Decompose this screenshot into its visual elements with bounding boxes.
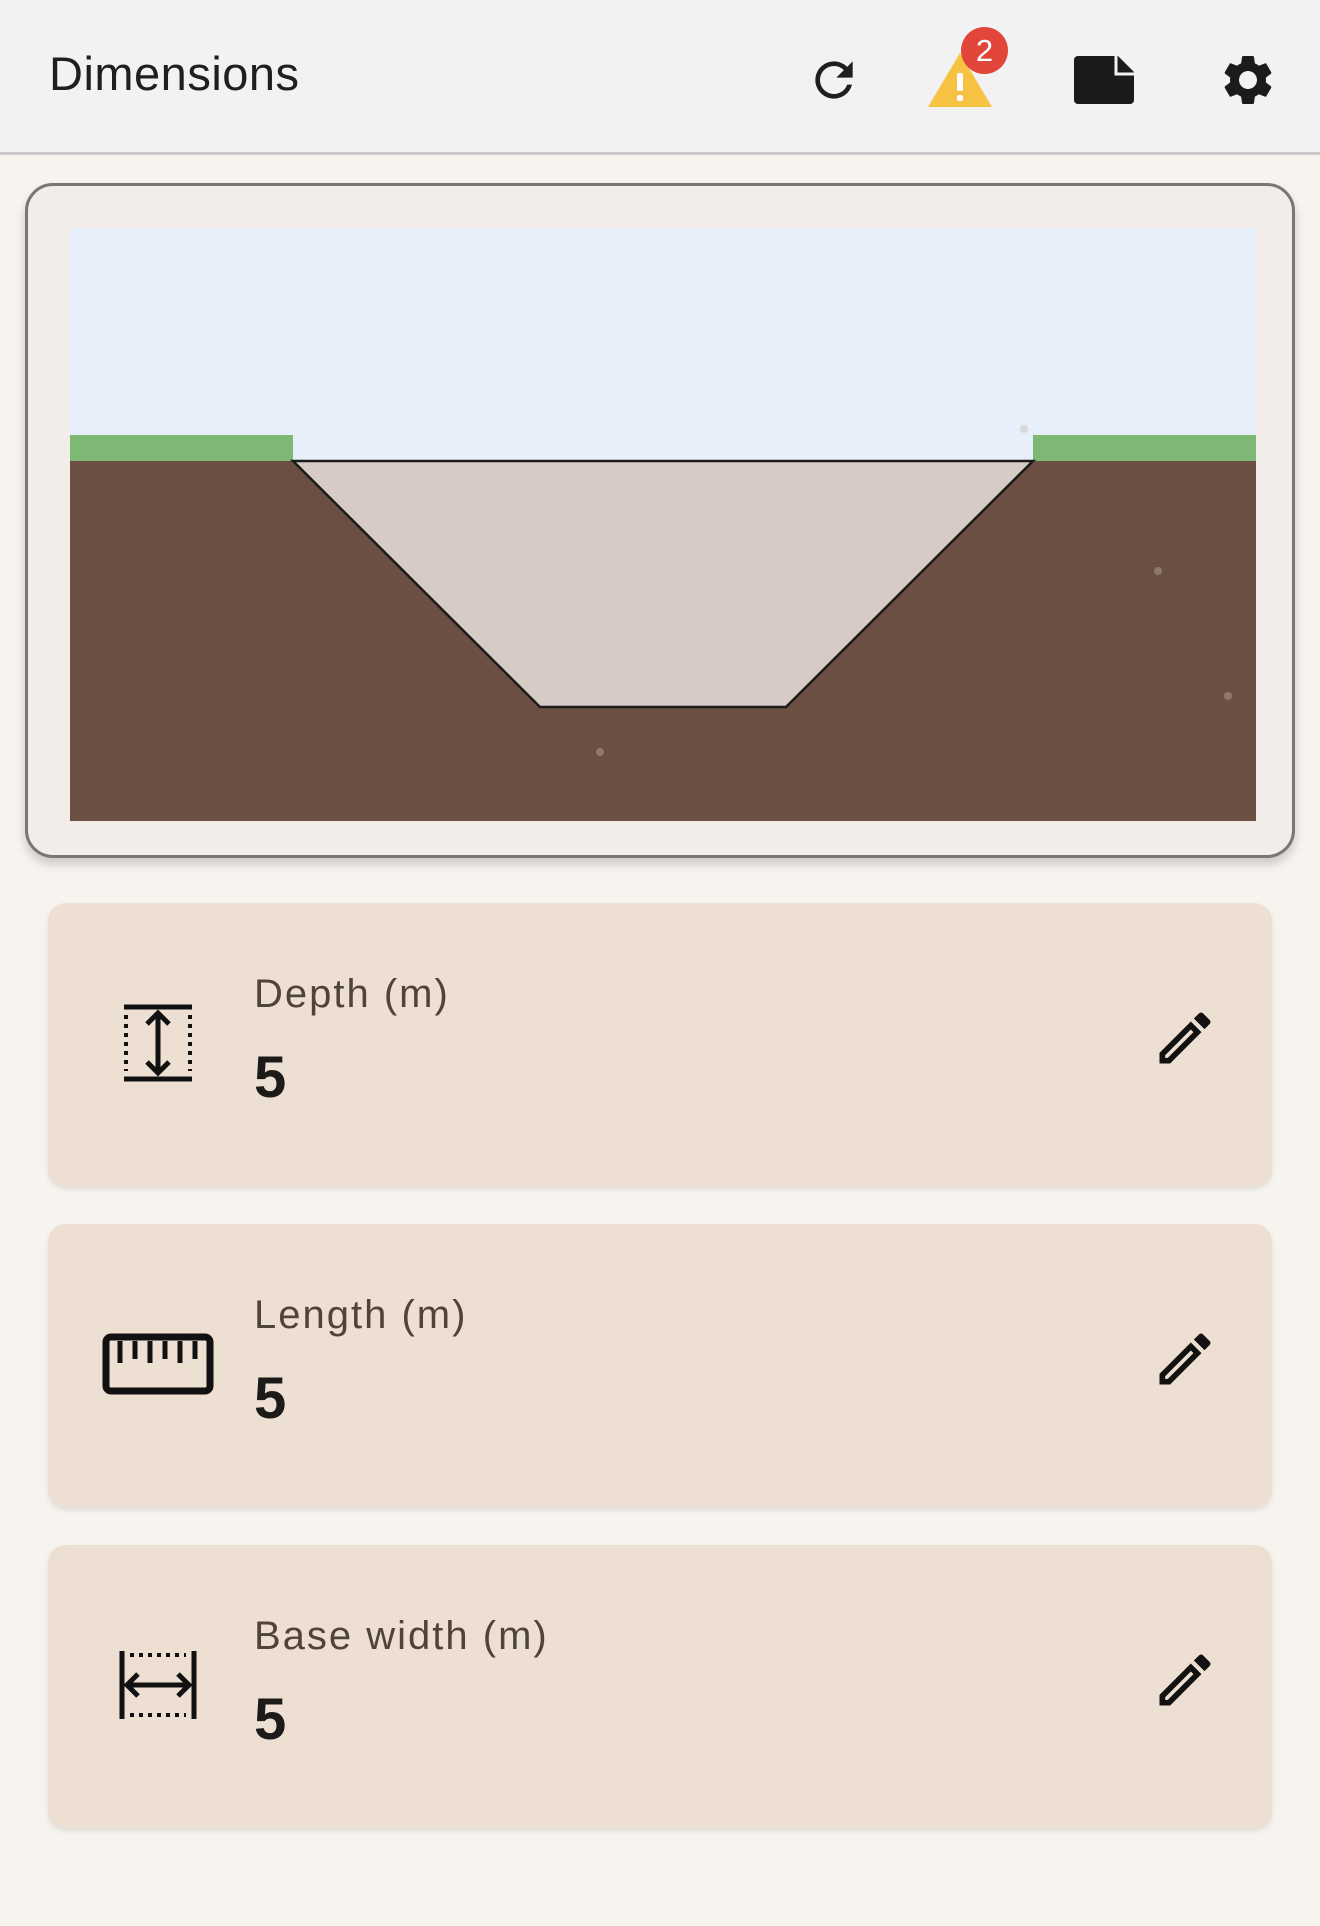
- settings-icon: [1218, 50, 1278, 110]
- depth-field-card[interactable]: Depth (m) 5: [48, 903, 1272, 1186]
- notes-button[interactable]: [1059, 35, 1149, 125]
- ruler-icon: [98, 1314, 218, 1414]
- pencil-icon: [1151, 1325, 1219, 1398]
- trench-preview-card: [25, 183, 1295, 858]
- app-bar: Dimensions 2: [0, 0, 1320, 155]
- length-value: 5: [254, 1366, 287, 1431]
- edit-length-button[interactable]: [1140, 1316, 1230, 1406]
- depth-label: Depth (m): [254, 972, 450, 1016]
- pencil-icon: [1151, 1004, 1219, 1077]
- length-field-card[interactable]: Length (m) 5: [48, 1224, 1272, 1507]
- settings-button[interactable]: [1203, 35, 1293, 125]
- edit-base-width-button[interactable]: [1140, 1637, 1230, 1727]
- refresh-icon: [806, 52, 862, 108]
- pebble: [1020, 425, 1028, 433]
- width-icon: [98, 1635, 218, 1735]
- base-width-value: 5: [254, 1687, 287, 1752]
- length-label: Length (m): [254, 1293, 468, 1337]
- refresh-button[interactable]: [789, 35, 879, 125]
- warning-count-badge: 2: [961, 27, 1008, 74]
- pebble: [1154, 567, 1162, 575]
- depth-icon: [98, 993, 218, 1093]
- pebble: [1224, 692, 1232, 700]
- base-width-label: Base width (m): [254, 1614, 549, 1658]
- trench-cross-section: [70, 228, 1256, 821]
- grass-right: [1033, 435, 1256, 461]
- depth-value: 5: [254, 1045, 287, 1110]
- edit-depth-button[interactable]: [1140, 995, 1230, 1085]
- page-title: Dimensions: [49, 47, 300, 100]
- note-icon: [1072, 54, 1136, 106]
- grass-left: [70, 435, 293, 461]
- pencil-icon: [1151, 1646, 1219, 1719]
- pebble: [596, 748, 604, 756]
- base-width-field-card[interactable]: Base width (m) 5: [48, 1545, 1272, 1828]
